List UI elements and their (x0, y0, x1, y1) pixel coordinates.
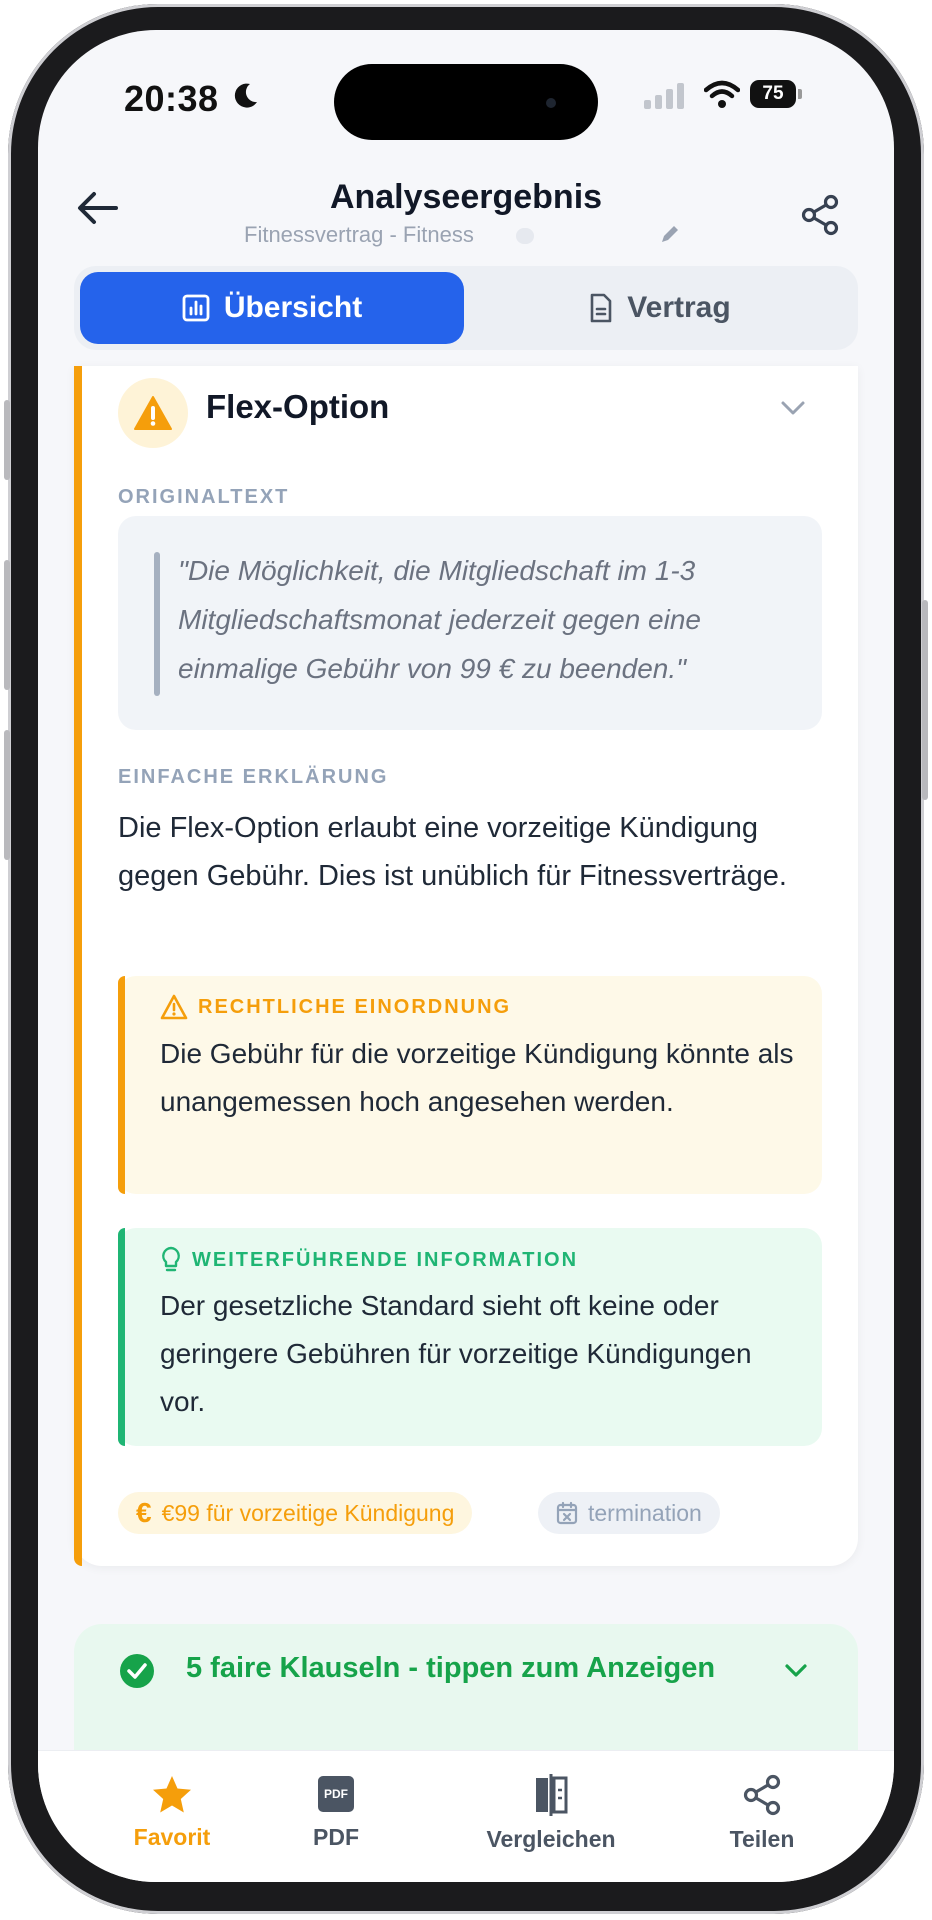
side-button (4, 560, 10, 690)
nav-vergleichen[interactable]: Vergleichen (476, 1774, 626, 1853)
explanation-label: EINFACHE ERKLÄRUNG (118, 766, 389, 788)
wifi-icon (704, 80, 740, 108)
quote-bar (154, 552, 160, 696)
category-chip: termination (538, 1492, 720, 1534)
nav-teilen[interactable]: Teilen (692, 1774, 832, 1853)
check-circle-icon (120, 1654, 154, 1688)
side-button (922, 600, 928, 800)
share-icon[interactable] (800, 194, 840, 236)
original-text-label: ORIGINALTEXT (118, 486, 290, 508)
status-time: 20:38 (124, 78, 219, 119)
original-quote-text: "Die Möglichkeit, die Mitgliedschaft im … (178, 555, 701, 684)
fair-clauses-banner[interactable] (74, 1624, 858, 1754)
moon-icon (234, 83, 257, 108)
info-label: WEITERFÜHRENDE INFORMATION (192, 1248, 579, 1271)
further-information-box: WEITERFÜHRENDE INFORMATION Der gesetzlic… (118, 1228, 822, 1446)
battery-level: 75 (750, 80, 796, 108)
pdf-icon: PDF (318, 1776, 354, 1812)
legal-label: RECHTLICHE EINORDNUNG (198, 995, 512, 1018)
nav-pdf[interactable]: PDF PDF (266, 1774, 406, 1851)
battery-cap (798, 89, 802, 99)
tab-vertrag[interactable]: Vertrag (468, 272, 852, 344)
euro-icon: € (136, 1497, 152, 1528)
calendar-x-icon (556, 1501, 578, 1525)
share-icon (743, 1774, 781, 1816)
legal-accent-bar (118, 976, 125, 1194)
view-tabs: Übersicht Vertrag (74, 266, 858, 350)
screen: 20:38 75 Analyseergebnis Fitnessvertrag … (38, 30, 894, 1882)
battery-indicator: 75 (750, 80, 802, 108)
nav-label: PDF (313, 1824, 359, 1850)
page-subtitle: Fitnessvertrag - Fitness (244, 222, 474, 247)
info-accent-bar (118, 1228, 125, 1446)
edit-pencil-icon[interactable] (658, 222, 682, 246)
chevron-down-icon[interactable] (784, 1662, 808, 1680)
redacted-text (516, 228, 534, 244)
chevron-down-icon[interactable] (780, 398, 806, 418)
tab-label: Übersicht (223, 291, 363, 324)
tab-uebersicht[interactable]: Übersicht (80, 272, 464, 344)
explanation-text: Die Flex-Option erlaubt eine vorzeitige … (118, 812, 787, 892)
category-chip-label: termination (588, 1499, 702, 1526)
compare-icon (536, 1774, 568, 1816)
camera-dot (546, 98, 556, 108)
warning-outline-icon (160, 994, 188, 1020)
lightbulb-icon (162, 1246, 180, 1272)
nav-label: Vergleichen (486, 1826, 616, 1852)
fee-chip-label: €99 für vorzeitige Kündigung (161, 1499, 455, 1526)
warning-icon (134, 396, 172, 430)
cellular-signal-icon (644, 83, 684, 109)
clause-title: Flex-Option (206, 388, 390, 425)
star-icon (153, 1776, 191, 1813)
fee-chip: € €99 für vorzeitige Kündigung (118, 1492, 473, 1534)
tab-label: Vertrag (627, 291, 731, 324)
side-button (4, 400, 10, 480)
warning-badge (118, 378, 188, 448)
nav-label: Favorit (133, 1824, 211, 1850)
legal-assessment-box: RECHTLICHE EINORDNUNG Die Gebühr für die… (118, 976, 822, 1194)
page-title: Analyseergebnis (329, 178, 603, 216)
clause-accent-bar (74, 366, 82, 1566)
dynamic-island (334, 64, 598, 140)
side-button (4, 730, 10, 860)
nav-label: Teilen (729, 1826, 795, 1852)
legal-text: Die Gebühr für die vorzeitige Kündigung … (160, 1038, 794, 1117)
legal-header: RECHTLICHE EINORDNUNG (160, 994, 511, 1020)
chart-icon (182, 294, 210, 322)
info-header: WEITERFÜHRENDE INFORMATION (160, 1246, 578, 1274)
fair-clauses-label[interactable]: 5 faire Klauseln - tippen zum Anzeigen (186, 1652, 715, 1685)
document-icon (590, 293, 612, 323)
nav-favorit[interactable]: Favorit (102, 1774, 242, 1851)
info-text: Der gesetzliche Standard sieht oft keine… (160, 1290, 752, 1417)
